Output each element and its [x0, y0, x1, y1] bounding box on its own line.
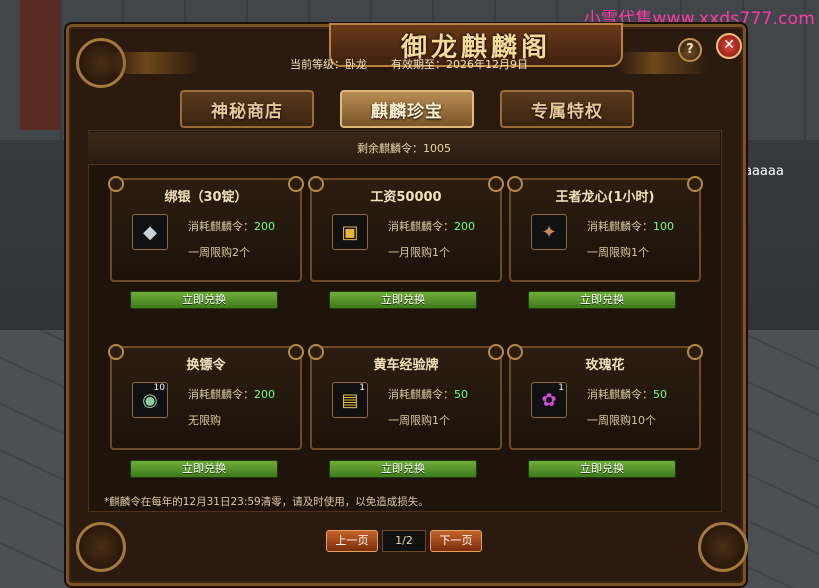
item-name: 玫瑰花 [585, 358, 625, 373]
item-stack-count: 10 [153, 383, 165, 393]
item-card: 工资50000 ▣ 消耗麒麟令：200 一月限购1个 [308, 176, 504, 282]
silver-ingot-icon[interactable]: ◆ [132, 214, 168, 250]
item-card: 王者龙心(1小时) ✦ 消耗麒麟令：100 一周限购1个 [507, 176, 703, 282]
item-limit: 一周限购10个 [587, 414, 656, 427]
cost-label: 消耗麒麟令： [388, 220, 454, 233]
item-stack-count: 1 [558, 383, 564, 393]
item-cost: 消耗麒麟令：50 [388, 386, 468, 402]
pagination: 上一页 1/2 下一页 [326, 530, 482, 552]
cost-value: 50 [653, 388, 667, 401]
cost-label: 消耗麒麟令： [388, 388, 454, 401]
item-name: 黄车经验牌 [373, 358, 439, 373]
item-card: 绑银（30锭） ◆ 消耗麒麟令：200 一周限购2个 [108, 176, 304, 282]
item-card: 玫瑰花 ✿ 1 消耗麒麟令：50 一周限购10个 [507, 344, 703, 450]
page-indicator: 1/2 [382, 530, 426, 552]
redeem-button[interactable]: 立即兑换 [130, 291, 278, 309]
cost-value: 200 [254, 220, 275, 233]
redeem-button[interactable]: 立即兑换 [329, 291, 477, 309]
info-ornament-right [618, 52, 708, 74]
cost-value: 200 [454, 220, 475, 233]
item-name: 换镖令 [186, 358, 226, 373]
cost-value: 200 [254, 388, 275, 401]
item-limit: 一周限购1个 [587, 246, 649, 259]
item-cost: 消耗麒麟令：200 [388, 218, 475, 234]
item-name: 工资50000 [370, 190, 442, 205]
item-glyph: ▤ [341, 389, 359, 411]
item-cost: 消耗麒麟令：100 [587, 218, 674, 234]
item-cost: 消耗麒麟令：200 [188, 386, 275, 402]
item-glyph: ▣ [341, 221, 359, 243]
item-limit: 无限购 [188, 414, 221, 427]
prev-page-button[interactable]: 上一页 [326, 530, 378, 552]
item-card: 换镖令 ◉ 10 消耗麒麟令：200 无限购 [108, 344, 304, 450]
cost-value: 50 [454, 388, 468, 401]
membership-info-bar: 当前等级：卧龙 有效期至：2026年12月9日 [80, 50, 738, 78]
tab-mystery-shop[interactable]: 神秘商店 [180, 90, 314, 128]
remaining-tokens: 剩余麒麟令：1005 [88, 132, 720, 165]
redeem-button[interactable]: 立即兑换 [130, 460, 278, 478]
item-limit: 一周限购1个 [388, 414, 450, 427]
corner-ornament-bottom-right [698, 522, 748, 572]
tab-bar: 神秘商店 麒麟珍宝 专属特权 [176, 90, 636, 128]
cost-label: 消耗麒麟令： [587, 220, 653, 233]
item-stack-count: 1 [359, 383, 365, 393]
cost-label: 消耗麒麟令： [587, 388, 653, 401]
item-cost: 消耗麒麟令：50 [587, 386, 667, 402]
escort-token-icon[interactable]: ◉ 10 [132, 382, 168, 418]
redeem-button[interactable]: 立即兑换 [528, 291, 676, 309]
item-name: 王者龙心(1小时) [555, 190, 655, 205]
tab-qilin-treasure[interactable]: 麒麟珍宝 [340, 90, 474, 128]
cost-label: 消耗麒麟令： [188, 388, 254, 401]
item-glyph: ◆ [143, 221, 157, 243]
reset-notice: *麒麟令在每年的12月31日23:59清零，请及时使用，以免造成损失。 [104, 496, 429, 508]
item-cost: 消耗麒麟令：200 [188, 218, 275, 234]
dragon-heart-icon[interactable]: ✦ [531, 214, 567, 250]
cost-value: 100 [653, 220, 674, 233]
npc-name-label: aaaaa [744, 164, 784, 179]
item-glyph: ✦ [541, 221, 557, 243]
expiry-date: 有效期至：2026年12月9日 [391, 58, 528, 71]
scene-pillar [20, 0, 60, 130]
redeem-button[interactable]: 立即兑换 [329, 460, 477, 478]
tab-exclusive-privileges[interactable]: 专属特权 [500, 90, 634, 128]
yellow-cart-card-icon[interactable]: ▤ 1 [332, 382, 368, 418]
item-limit: 一月限购1个 [388, 246, 450, 259]
cost-label: 消耗麒麟令： [188, 220, 254, 233]
item-limit: 一周限购2个 [188, 246, 250, 259]
gold-ingot-icon[interactable]: ▣ [332, 214, 368, 250]
corner-ornament-bottom-left [76, 522, 126, 572]
next-page-button[interactable]: 下一页 [430, 530, 482, 552]
info-ornament-left [110, 52, 200, 74]
redeem-button[interactable]: 立即兑换 [528, 460, 676, 478]
item-card: 黄车经验牌 ▤ 1 消耗麒麟令：50 一周限购1个 [308, 344, 504, 450]
item-name: 绑银（30锭） [164, 190, 248, 205]
item-glyph: ✿ [541, 389, 557, 411]
current-level: 当前等级：卧龙 [290, 58, 367, 71]
rose-icon[interactable]: ✿ 1 [531, 382, 567, 418]
